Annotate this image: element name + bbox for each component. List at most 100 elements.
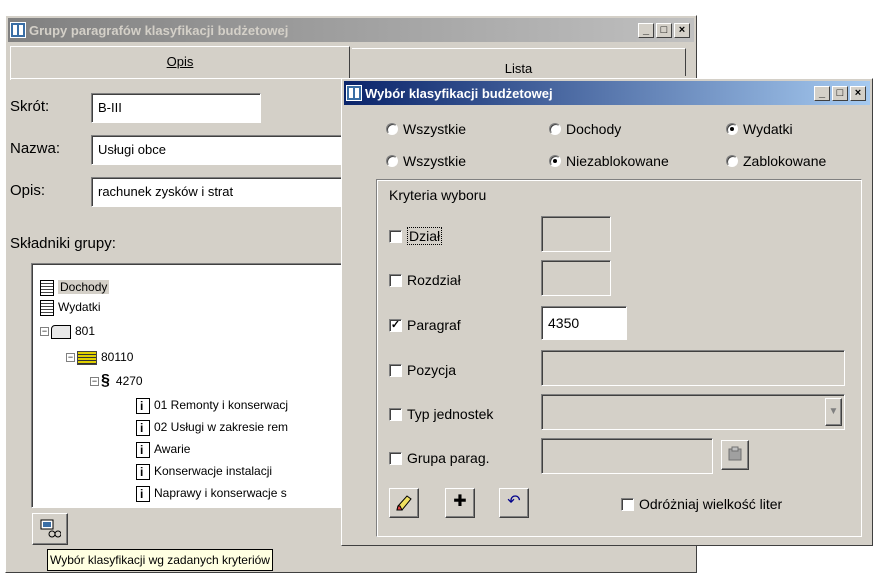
checkbox-label: Typ jednostek: [407, 406, 494, 422]
checkbox-box: ✓: [389, 318, 402, 332]
undo-icon: ↶: [507, 493, 521, 510]
tree-node-item[interactable]: Naprawy i konserwacje s: [136, 484, 287, 502]
nazwa-label: Nazwa:: [10, 140, 61, 157]
case-sensitive-checkbox[interactable]: Odróżniaj wielkość liter: [621, 496, 782, 512]
checkbox-label: Dział: [407, 227, 443, 245]
tree-node-label: 4270: [115, 374, 143, 388]
radio-dot: [726, 155, 738, 167]
checkbox-label: Pozycja: [407, 362, 457, 378]
tree-node-item[interactable]: Awarie: [136, 440, 190, 458]
checkbox-box: [389, 273, 402, 287]
close-button[interactable]: ×: [674, 22, 690, 38]
tree-node-item[interactable]: Konserwacje instalacji: [136, 462, 272, 480]
radio-dot: [386, 123, 398, 135]
tree-node-label: 801: [75, 324, 96, 338]
dropdown-arrow-icon[interactable]: ▼: [825, 398, 842, 426]
tree-node-dochody[interactable]: Dochody: [40, 278, 110, 296]
checkbox-box: [389, 363, 402, 377]
tree-node-label: Dochody: [58, 280, 110, 294]
radio-dot: [549, 123, 561, 135]
checkbox-box: [389, 407, 402, 421]
eraser-icon: [396, 495, 412, 511]
radio-label: Zablokowane: [743, 153, 827, 169]
folder-icon: [51, 324, 71, 339]
tab-opis[interactable]: Opis: [10, 46, 350, 80]
maximize-button[interactable]: □: [656, 22, 672, 38]
plus-icon: ✚: [453, 493, 467, 510]
checkbox-label: Rozdział: [407, 272, 461, 288]
paragraph-icon: §: [101, 372, 110, 389]
tree-node-801[interactable]: − 801: [40, 322, 95, 340]
tab-opis-label: Opis: [166, 54, 194, 69]
nazwa-field[interactable]: Usługi obce: [91, 135, 361, 165]
book-icon: [40, 299, 54, 316]
minimize-button[interactable]: _: [814, 85, 830, 101]
paragraf-field[interactable]: 4350: [541, 306, 627, 340]
opis-label: Opis:: [10, 182, 46, 199]
item-icon: [136, 485, 150, 502]
maximize-button[interactable]: □: [832, 85, 848, 101]
tree-node-item[interactable]: 02 Usługi w zakresie rem: [136, 418, 288, 436]
tab-lista[interactable]: Lista: [352, 48, 686, 76]
tree-node-label: 02 Usługi w zakresie rem: [154, 420, 289, 434]
tree-node-label: 01 Remonty i konserwacj: [154, 398, 289, 412]
collapse-icon[interactable]: −: [40, 327, 49, 337]
radio-block-all[interactable]: Wszystkie: [386, 153, 466, 169]
radio-dot: [549, 155, 561, 167]
back-window-title: Grupy paragrafów klasyfikacji budżetowej: [29, 22, 289, 38]
pozycja-checkbox[interactable]: Pozycja: [389, 362, 456, 378]
undo-button[interactable]: ↶: [499, 488, 529, 518]
tree-node-4270[interactable]: − § 4270: [90, 372, 143, 390]
radio-type-wydatki[interactable]: Wydatki: [726, 121, 793, 137]
filter-tooltip: Wybór klasyfikacji wg zadanych kryteriów: [47, 549, 273, 571]
clear-button[interactable]: [389, 488, 419, 518]
skladniki-label: Składniki grupy:: [10, 235, 116, 252]
pozycja-field[interactable]: [541, 350, 845, 386]
item-icon: [136, 463, 150, 480]
minimize-button[interactable]: _: [638, 22, 654, 38]
radio-dot: [386, 155, 398, 167]
radio-type-dochody[interactable]: Dochody: [549, 121, 621, 137]
filter-criteria-button[interactable]: [32, 513, 68, 545]
checkbox-label: Grupa parag.: [407, 450, 490, 466]
rozdzial-field[interactable]: [541, 260, 611, 296]
tree-node-wydatki[interactable]: Wydatki: [40, 298, 101, 316]
skrot-field[interactable]: B-III: [91, 93, 261, 123]
dzial-field[interactable]: [541, 216, 611, 252]
dialog-titlebar[interactable]: Wybór klasyfikacji budżetowej _ □ ×: [344, 81, 870, 105]
item-icon: [136, 419, 150, 436]
grupa-parag-checkbox[interactable]: Grupa parag.: [389, 450, 490, 466]
tree-node-label: Wydatki: [58, 300, 101, 314]
opis-field[interactable]: rachunek zysków i strat: [91, 177, 361, 207]
radio-type-all[interactable]: Wszystkie: [386, 121, 466, 137]
tree-node-item[interactable]: 01 Remonty i konserwacj: [136, 396, 288, 414]
collapse-icon[interactable]: −: [66, 353, 75, 363]
tree-node-label: Konserwacje instalacji: [154, 464, 273, 478]
tab-lista-label: Lista: [504, 61, 533, 76]
grupa-parag-lookup-button[interactable]: [721, 440, 749, 470]
radio-label: Wydatki: [743, 121, 793, 137]
add-button[interactable]: ✚: [445, 488, 475, 518]
collapse-icon[interactable]: −: [90, 377, 99, 387]
list-icon: [77, 350, 97, 365]
radio-block-locked[interactable]: Zablokowane: [726, 153, 826, 169]
checkbox-label: Paragraf: [407, 317, 461, 333]
checkbox-label: Odróżniaj wielkość liter: [639, 496, 783, 512]
grupa-parag-field[interactable]: [541, 438, 713, 474]
dzial-checkbox[interactable]: Dział: [389, 227, 443, 245]
close-button[interactable]: ×: [850, 85, 866, 101]
radio-block-unlocked[interactable]: Niezablokowane: [549, 153, 669, 169]
rozdzial-checkbox[interactable]: Rozdział: [389, 272, 461, 288]
radio-label: Wszystkie: [403, 121, 466, 137]
typ-jednostek-checkbox[interactable]: Typ jednostek: [389, 406, 493, 422]
book-icon: [40, 279, 54, 296]
skladniki-tree[interactable]: Dochody Wydatki −801 −80110 −§4270 01 Re…: [31, 263, 353, 508]
paragraf-checkbox[interactable]: ✓ Paragraf: [389, 317, 461, 333]
back-window-titlebar[interactable]: Grupy paragrafów klasyfikacji budżetowej…: [8, 18, 694, 42]
dialog-title: Wybór klasyfikacji budżetowej: [365, 85, 553, 101]
tree-node-label: Awarie: [154, 442, 191, 456]
typ-jednostek-select[interactable]: [541, 394, 845, 430]
tree-node-label: Naprawy i konserwacje s: [154, 486, 287, 500]
tree-node-80110[interactable]: − 80110: [66, 348, 133, 366]
filter-icon: [40, 519, 62, 538]
